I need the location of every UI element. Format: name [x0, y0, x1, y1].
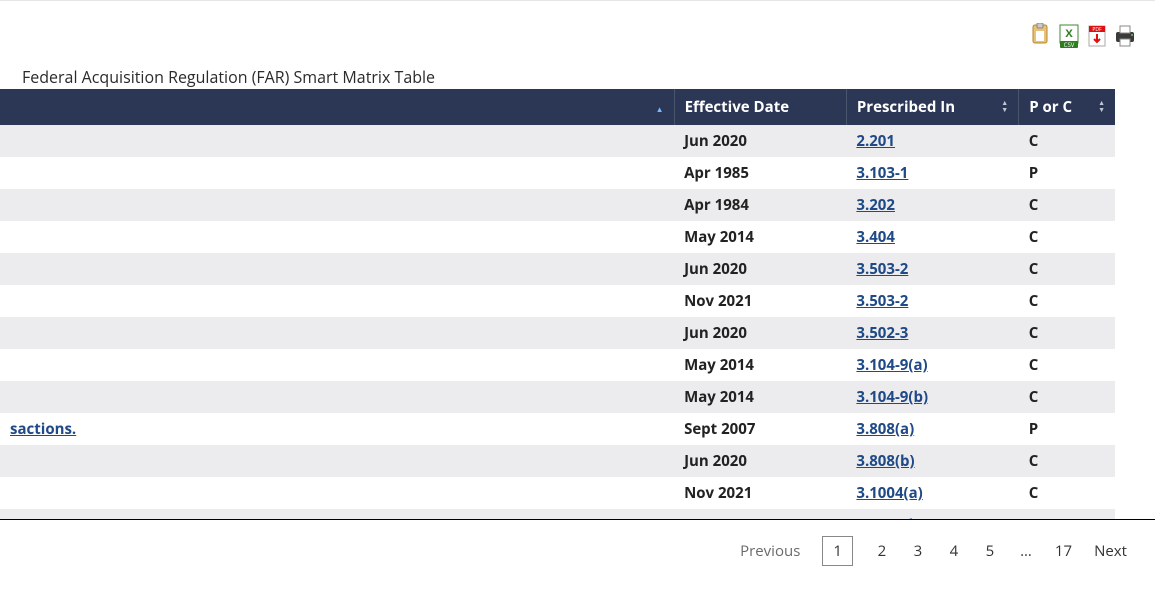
cell-effective: May 2014	[674, 221, 846, 253]
pagination: Previous 1 2 3 4 5 … 17 Next	[740, 536, 1127, 566]
prescribed-link[interactable]: 3.404	[856, 227, 895, 247]
cell-porc: P	[1019, 157, 1115, 189]
cell-porc: C	[1019, 253, 1115, 285]
cell-effective: May 2014	[674, 349, 846, 381]
prescribed-link[interactable]: 3.103-1	[856, 163, 908, 183]
cell-effective: Jun 2020	[674, 445, 846, 477]
prescribed-link[interactable]: 3.1004(a)	[856, 483, 922, 503]
row-title-link[interactable]: sactions.	[10, 419, 76, 439]
prescribed-link[interactable]: 3.1004(b)	[856, 515, 923, 519]
cell-porc: C	[1019, 349, 1115, 381]
svg-text:PDF: PDF	[1092, 27, 1102, 33]
prescribed-link[interactable]: 3.104-9(b)	[856, 387, 928, 407]
pager-page[interactable]: 2	[875, 541, 889, 561]
table-row: Nov 2021 3.503-2 C	[0, 285, 1115, 317]
prescribed-link[interactable]: 3.202	[856, 195, 895, 215]
table-row: Nov 2021 3.1004(a) C	[0, 477, 1115, 509]
cell-effective: May 2014	[674, 381, 846, 413]
table-row: Apr 1984 3.202 C	[0, 189, 1115, 221]
cell-effective: Jun 2020	[674, 253, 846, 285]
table-row: May 2014 3.104-9(b) C	[0, 381, 1115, 413]
sort-icon	[1001, 97, 1008, 117]
prescribed-link[interactable]: 3.503-2	[856, 259, 908, 279]
cell-porc: C	[1019, 477, 1115, 509]
prescribed-link[interactable]: 2.201	[856, 131, 895, 151]
table-row: May 2014 3.404 C	[0, 221, 1115, 253]
smart-matrix-table: Effective Date Prescribed In P or C Jun …	[0, 89, 1115, 519]
sort-asc-icon	[656, 97, 664, 117]
col-header-porc[interactable]: P or C	[1019, 89, 1115, 125]
pager-previous[interactable]: Previous	[740, 541, 800, 561]
pdf-icon[interactable]: PDF	[1085, 23, 1109, 49]
cell-effective: Apr 1984	[674, 189, 846, 221]
export-toolbar: XCSV PDF	[1029, 23, 1137, 49]
copy-icon[interactable]	[1029, 23, 1053, 49]
table-row: Jun 2020 3.808(b) C	[0, 445, 1115, 477]
cell-porc: C	[1019, 221, 1115, 253]
svg-text:X: X	[1065, 26, 1073, 41]
cell-porc: C	[1019, 445, 1115, 477]
table-row: Jun 2020 2.201 C	[0, 125, 1115, 157]
table-row: May 2014 3.104-9(a) C	[0, 349, 1115, 381]
svg-text:CSV: CSV	[1064, 41, 1075, 49]
prescribed-link[interactable]: 3.503-2	[856, 291, 908, 311]
cell-porc: C	[1019, 285, 1115, 317]
cell-effective: Nov 2021	[674, 509, 846, 519]
pager-page[interactable]: 17	[1055, 541, 1072, 561]
csv-icon[interactable]: XCSV	[1057, 23, 1081, 49]
pager-page[interactable]: 5	[983, 541, 997, 561]
table-row: Nov 2021 3.1004(b) C	[0, 509, 1115, 519]
pager-ellipsis: …	[1019, 541, 1033, 561]
print-icon[interactable]	[1113, 23, 1137, 49]
table-row: Jun 2020 3.502-3 C	[0, 317, 1115, 349]
cell-porc: C	[1019, 189, 1115, 221]
cell-porc: C	[1019, 125, 1115, 157]
cell-effective: Apr 1985	[674, 157, 846, 189]
cell-porc: C	[1019, 381, 1115, 413]
cell-effective: Jun 2020	[674, 317, 846, 349]
pager-next[interactable]: Next	[1094, 541, 1127, 561]
cell-porc: P	[1019, 413, 1115, 445]
pager-page[interactable]: 1	[822, 536, 853, 566]
pager-page[interactable]: 3	[911, 541, 925, 561]
col-header-effective[interactable]: Effective Date	[674, 89, 846, 125]
prescribed-link[interactable]: 3.808(a)	[856, 419, 914, 439]
prescribed-link[interactable]: 3.104-9(a)	[856, 355, 927, 375]
cell-effective: Nov 2021	[674, 477, 846, 509]
cell-porc: C	[1019, 509, 1115, 519]
cell-effective: Sept 2007	[674, 413, 846, 445]
sort-icon	[1098, 97, 1105, 117]
prescribed-link[interactable]: 3.502-3	[856, 323, 908, 343]
col-header-prescribed[interactable]: Prescribed In	[846, 89, 1018, 125]
table-row: Jun 2020 3.503-2 C	[0, 253, 1115, 285]
pager-page[interactable]: 4	[947, 541, 961, 561]
cell-effective: Jun 2020	[674, 125, 846, 157]
table-container: Effective Date Prescribed In P or C Jun …	[0, 89, 1155, 520]
cell-effective: Nov 2021	[674, 285, 846, 317]
col-header-first[interactable]	[0, 89, 674, 125]
cell-porc: C	[1019, 317, 1115, 349]
table-caption: Federal Acquisition Regulation (FAR) Sma…	[22, 66, 435, 88]
prescribed-link[interactable]: 3.808(b)	[856, 451, 914, 471]
table-row: Apr 1985 3.103-1 P	[0, 157, 1115, 189]
table-row: sactions. Sept 2007 3.808(a) P	[0, 413, 1115, 445]
